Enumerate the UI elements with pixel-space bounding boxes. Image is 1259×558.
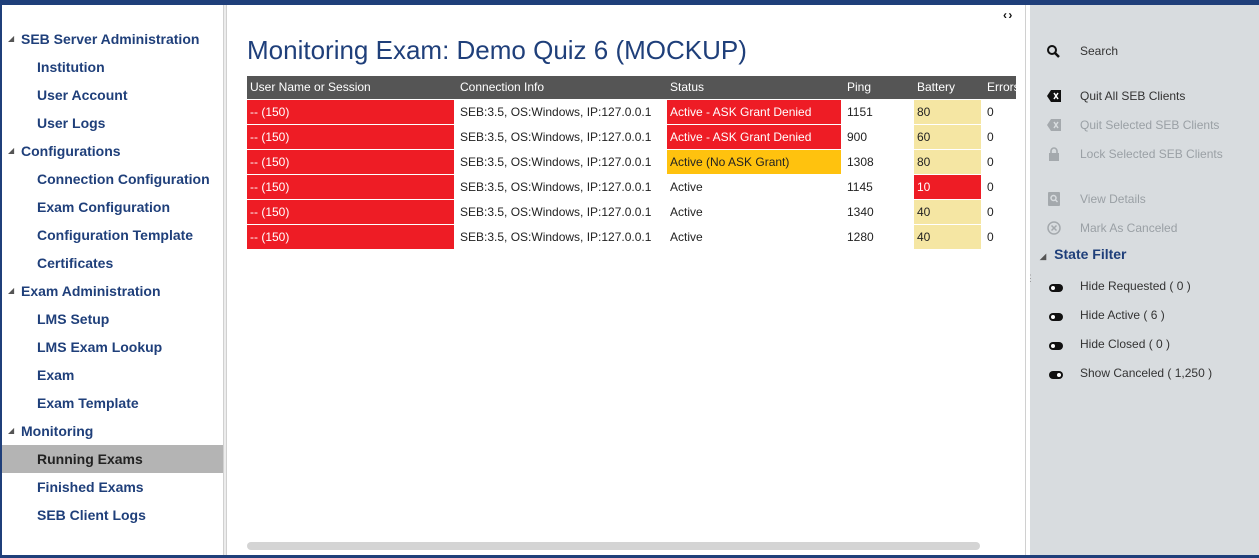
cell-ping: 1340 [847, 205, 874, 219]
cell-battery: 80 [914, 150, 981, 174]
cell-battery: 40 [914, 200, 981, 224]
cell-user: -- (150) [247, 100, 454, 124]
cell-ping: 1145 [847, 180, 873, 194]
cell-status: Active [670, 205, 703, 219]
cell-errors: 0 [987, 105, 994, 119]
delete-key-icon [1047, 119, 1061, 131]
table-header: User Name or Session Connection Info Sta… [247, 76, 1016, 99]
cell-ping: 1308 [847, 155, 874, 169]
horizontal-scrollbar[interactable] [247, 542, 980, 550]
cell-errors: 0 [987, 230, 994, 244]
nav-item-lms-setup[interactable]: LMS Setup [2, 305, 223, 333]
column-header-battery[interactable]: Battery [917, 76, 982, 99]
nav-category-exam-administration[interactable]: ◢ Exam Administration [2, 277, 223, 305]
delete-key-icon [1047, 90, 1061, 102]
nav-category-monitoring[interactable]: ◢ Monitoring [2, 417, 223, 445]
cell-ping: 1151 [847, 105, 873, 119]
cell-battery: 80 [914, 100, 981, 124]
page-title: Monitoring Exam: Demo Quiz 6 (MOCKUP) [247, 35, 747, 65]
cell-errors: 0 [987, 205, 994, 219]
table-row[interactable]: -- (150) SEB:3.5, OS:Windows, IP:127.0.0.… [247, 200, 1016, 225]
nav-item-finished-exams[interactable]: Finished Exams [2, 473, 223, 501]
table-row[interactable]: -- (150) SEB:3.5, OS:Windows, IP:127.0.0.… [247, 225, 1016, 250]
toggle-off-icon [1049, 284, 1063, 292]
action-pane: Search Quit All SEB Clients Quit Selecte… [1030, 5, 1259, 555]
collapse-triangle-icon: ◢ [8, 34, 15, 43]
nav-item-exam[interactable]: Exam [2, 361, 223, 389]
column-header-user[interactable]: User Name or Session [250, 76, 455, 99]
nav-item-institution[interactable]: Institution [2, 53, 223, 81]
column-header-errors[interactable]: Errors [987, 76, 1016, 99]
splitter-grip-icon: ⋮ [1026, 273, 1035, 283]
cell-connection-info: SEB:3.5, OS:Windows, IP:127.0.0.1 [460, 155, 652, 169]
nav-item-connection-configuration[interactable]: Connection Configuration [2, 165, 223, 193]
cell-connection-info: SEB:3.5, OS:Windows, IP:127.0.0.1 [460, 130, 652, 144]
search-icon [1047, 45, 1060, 58]
cell-battery: 60 [914, 125, 981, 149]
cell-user: -- (150) [247, 175, 454, 199]
table-row[interactable]: -- (150) SEB:3.5, OS:Windows, IP:127.0.0.… [247, 150, 1016, 175]
cell-connection-info: SEB:3.5, OS:Windows, IP:127.0.0.1 [460, 105, 652, 119]
cell-connection-info: SEB:3.5, OS:Windows, IP:127.0.0.1 [460, 205, 652, 219]
nav-item-user-logs[interactable]: User Logs [2, 109, 223, 137]
collapse-triangle-icon: ◢ [8, 426, 15, 435]
cell-user: -- (150) [247, 125, 454, 149]
nav-category-seb-server-administration[interactable]: ◢ SEB Server Administration [2, 25, 223, 53]
nav-item-lms-exam-lookup[interactable]: LMS Exam Lookup [2, 333, 223, 361]
column-header-status[interactable]: Status [670, 76, 840, 99]
cell-status: Active - ASK Grant Denied [667, 100, 841, 124]
cell-user: -- (150) [247, 200, 454, 224]
table-row[interactable]: -- (150) SEB:3.5, OS:Windows, IP:127.0.0.… [247, 175, 1016, 200]
cell-battery: 40 [914, 225, 981, 249]
nav-item-user-account[interactable]: User Account [2, 81, 223, 109]
nav-item-exam-configuration[interactable]: Exam Configuration [2, 193, 223, 221]
state-filter-header[interactable]: ◢ State Filter [1040, 246, 1127, 262]
cell-ping: 900 [847, 130, 868, 144]
nav-item-certificates[interactable]: Certificates [2, 249, 223, 277]
lock-icon [1049, 147, 1059, 161]
nav-category-configurations[interactable]: ◢ Configurations [2, 137, 223, 165]
cell-status: Active - ASK Grant Denied [667, 125, 841, 149]
cell-status: Active [670, 180, 703, 194]
cell-errors: 0 [987, 155, 994, 169]
cell-connection-info: SEB:3.5, OS:Windows, IP:127.0.0.1 [460, 230, 652, 244]
table-row[interactable]: -- (150) SEB:3.5, OS:Windows, IP:127.0.0.… [247, 100, 1016, 125]
toggle-off-icon [1049, 313, 1063, 321]
cell-user: -- (150) [247, 225, 454, 249]
cell-battery: 10 [914, 175, 981, 199]
collapse-triangle-icon: ◢ [8, 286, 15, 295]
cancel-circle-icon [1047, 221, 1061, 235]
table-row[interactable]: -- (150) SEB:3.5, OS:Windows, IP:127.0.0.… [247, 125, 1016, 150]
collapse-triangle-icon: ◢ [1040, 252, 1047, 261]
cell-errors: 0 [987, 130, 994, 144]
toggle-action-pane-icon[interactable]: ‹ › [1003, 8, 1012, 22]
column-header-ping[interactable]: Ping [847, 76, 907, 99]
toggle-on-icon [1049, 371, 1063, 379]
toggle-off-icon [1049, 342, 1063, 350]
cell-status: Active (No ASK Grant) [667, 150, 841, 174]
cell-errors: 0 [987, 180, 994, 194]
nav-item-running-exams[interactable]: Running Exams [2, 445, 223, 473]
cell-status: Active [670, 230, 703, 244]
cell-user: -- (150) [247, 150, 454, 174]
navigation-tree: ◢ SEB Server Administration Institution U… [2, 5, 223, 555]
cell-ping: 1280 [847, 230, 874, 244]
main-content: ‹ › Monitoring Exam: Demo Quiz 6 (MOCKUP… [227, 5, 1026, 555]
nav-item-configuration-template[interactable]: Configuration Template [2, 221, 223, 249]
nav-item-seb-client-logs[interactable]: SEB Client Logs [2, 501, 223, 529]
nav-item-exam-template[interactable]: Exam Template [2, 389, 223, 417]
cell-connection-info: SEB:3.5, OS:Windows, IP:127.0.0.1 [460, 180, 652, 194]
client-connection-table: User Name or Session Connection Info Sta… [247, 76, 1016, 252]
collapse-triangle-icon: ◢ [8, 146, 15, 155]
column-header-connection-info[interactable]: Connection Info [460, 76, 665, 99]
view-details-icon [1048, 192, 1060, 206]
